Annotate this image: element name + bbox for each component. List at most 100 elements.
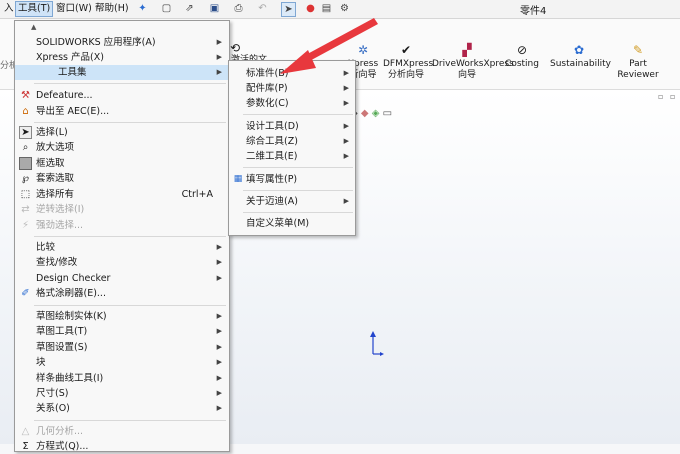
undo-icon[interactable]: ↶: [256, 2, 269, 15]
menu-item-export-aec[interactable]: ⌂ 导出至 AEC(E)...: [15, 104, 229, 119]
menu-tools[interactable]: 工具(T): [15, 1, 54, 17]
menu-separator: [34, 305, 226, 306]
submenu-item-fill-properties[interactable]: ▦ 填写属性(P): [229, 172, 355, 187]
equation-icon: Σ: [22, 441, 29, 452]
menu-item-equations[interactable]: Σ 方程式(Q)...: [15, 439, 229, 454]
menu-separator: [34, 420, 226, 421]
menu-separator: [243, 114, 353, 115]
submenu-arrow-icon: ▶: [216, 404, 222, 412]
submenu-item-design-tools[interactable]: 设计工具(D) ▶: [229, 119, 355, 134]
appearance-icon[interactable]: ◈: [372, 108, 380, 119]
menu-item-lasso-select[interactable]: ℘ 套索选取: [15, 171, 229, 186]
lasso-icon: ⟲: [229, 41, 241, 55]
menu-item-compare[interactable]: 比较 ▶: [15, 240, 229, 255]
menu-item-geometry-analysis[interactable]: △ 几何分析...: [15, 424, 229, 439]
document-title: 零件4: [520, 6, 547, 17]
cmd-part-reviewer[interactable]: ✎ Part Reviewer: [616, 43, 660, 81]
menu-item-blocks[interactable]: 块 ▶: [15, 355, 229, 370]
print-icon[interactable]: ⎙: [232, 2, 245, 15]
menu-item-sketch-entities[interactable]: 草图绘制实体(K) ▶: [15, 309, 229, 324]
close-window-icon[interactable]: ▫: [670, 92, 675, 101]
heads-up-toolbar: ⬗ ◆ ◈ ▭: [350, 108, 392, 122]
select-icon: ➤: [19, 126, 32, 139]
submenu-arrow-icon: ▶: [216, 38, 222, 46]
cmd-dfmxpress[interactable]: ✔ DFMXpress 分析向导: [383, 43, 433, 81]
submenu-item-about[interactable]: 关于迈迪(A) ▶: [229, 194, 355, 209]
scroll-up-icon[interactable]: ▲: [31, 23, 36, 31]
menu-separator: [243, 212, 353, 213]
menu-separator: [34, 83, 226, 84]
submenu-arrow-icon: ▶: [216, 258, 222, 266]
submenu-arrow-icon: ▶: [216, 374, 222, 382]
menu-item-find-modify[interactable]: 查找/修改 ▶: [15, 255, 229, 270]
restore-window-icon[interactable]: ▫: [658, 92, 663, 101]
new-file-icon[interactable]: ▢: [160, 2, 173, 15]
menu-item-select[interactable]: ➤ 选择(L): [15, 125, 229, 140]
submenu-item-2d-tools[interactable]: 二维工具(E) ▶: [229, 149, 355, 164]
origin-triad-icon: [370, 331, 384, 356]
menu-item-spline-tools[interactable]: 样条曲线工具(I) ▶: [15, 371, 229, 386]
submenu-arrow-icon: ▶: [216, 68, 222, 76]
cmd-costing[interactable]: ⊘ Costing: [502, 43, 542, 70]
annotation-arrow-icon: [280, 18, 378, 74]
magnify-icon: ⌕: [22, 142, 29, 153]
menu-item-xpress[interactable]: Xpress 产品(X) ▶: [15, 50, 229, 65]
costing-icon: ⊘: [516, 43, 528, 57]
menu-item-sketch-tools[interactable]: 草图工具(T) ▶: [15, 324, 229, 339]
menu-item-dimensions[interactable]: 尺寸(S) ▶: [15, 386, 229, 401]
menu-item-toolset[interactable]: 工具集 ▶: [15, 65, 229, 80]
menu-item-select-all[interactable]: ⬚ 选择所有 Ctrl+A: [15, 187, 229, 202]
submenu-arrow-icon: ▶: [216, 312, 222, 320]
submenu-item-integrated-tools[interactable]: 综合工具(Z) ▶: [229, 134, 355, 149]
menu-item-sketch-settings[interactable]: 草图设置(S) ▶: [15, 340, 229, 355]
menu-separator: [34, 122, 226, 123]
box-select-icon: [19, 157, 32, 170]
menu-item-format-painter[interactable]: ✐ 格式涂刷器(E)...: [15, 286, 229, 301]
aec-icon: ⌂: [22, 106, 29, 117]
menu-help[interactable]: 帮助(H): [93, 2, 131, 16]
submenu-arrow-icon: ▶: [343, 197, 349, 205]
submenu-arrow-icon: ▶: [343, 152, 349, 160]
reviewer-icon: ✎: [632, 43, 644, 57]
open-file-icon[interactable]: ⇗: [183, 2, 196, 15]
submenu-arrow-icon: ▶: [216, 327, 222, 335]
invert-icon: ⇄: [21, 204, 30, 215]
menu-item-relations[interactable]: 关系(O) ▶: [15, 401, 229, 416]
submenu-arrow-icon: ▶: [343, 137, 349, 145]
menu-item-power-select[interactable]: ⚡ 强劲选择...: [15, 218, 229, 233]
submenu-arrow-icon: ▶: [216, 243, 222, 251]
submenu-arrow-icon: ▶: [343, 99, 349, 107]
display-style-icon[interactable]: ◆: [361, 108, 369, 119]
toolset-submenu: 标准件(B) ▶ 配件库(P) ▶ 参数化(C) ▶ 设计工具(D) ▶ 综合工具(Z)…: [228, 60, 356, 236]
submenu-arrow-icon: ▶: [216, 358, 222, 366]
sustainability-icon: ✿: [573, 43, 585, 57]
power-select-icon: ⚡: [21, 220, 30, 231]
menu-item-defeature[interactable]: ⚒ Defeature...: [15, 88, 229, 103]
submenu-arrow-icon: ▶: [216, 274, 222, 282]
submenu-arrow-icon: ▶: [216, 53, 222, 61]
brush-icon: ✐: [21, 288, 30, 299]
monitor-icon[interactable]: ▭: [383, 108, 392, 119]
dfm-icon: ✔: [400, 43, 412, 57]
submenu-arrow-icon: ▶: [216, 343, 222, 351]
defeature-icon: ⚒: [21, 90, 30, 101]
menu-item-box-select[interactable]: 框选取: [15, 156, 229, 171]
menu-separator: [243, 167, 353, 168]
cmd-sustainability[interactable]: ✿ Sustainability: [550, 43, 611, 70]
menu-item-invert-select[interactable]: ⇄ 逆转选择(I): [15, 202, 229, 217]
save-icon[interactable]: ▣: [208, 2, 221, 15]
menu-partial[interactable]: 入: [2, 2, 16, 16]
menu-window[interactable]: 窗口(W): [54, 2, 94, 16]
select-all-icon: ⬚: [20, 189, 31, 200]
menu-item-design-checker[interactable]: Design Checker ▶: [15, 271, 229, 286]
pin-icon[interactable]: ✦: [136, 2, 149, 15]
geometry-icon: △: [21, 426, 30, 437]
menu-item-solidworks-apps[interactable]: SOLIDWORKS 应用程序(A) ▶: [15, 35, 229, 50]
cmd-driveworksxpress[interactable]: ▞ DriveWorksXpress 向导: [432, 43, 514, 81]
fill-properties-icon: ▦: [233, 174, 243, 184]
menu-item-magnify[interactable]: ⌕ 放大选项: [15, 140, 229, 155]
submenu-item-parametric[interactable]: 参数化(C) ▶: [229, 96, 355, 111]
menu-separator: [243, 190, 353, 191]
lasso-select-icon: ℘: [22, 173, 29, 184]
submenu-item-custom-menu[interactable]: 自定义菜单(M): [229, 216, 355, 231]
